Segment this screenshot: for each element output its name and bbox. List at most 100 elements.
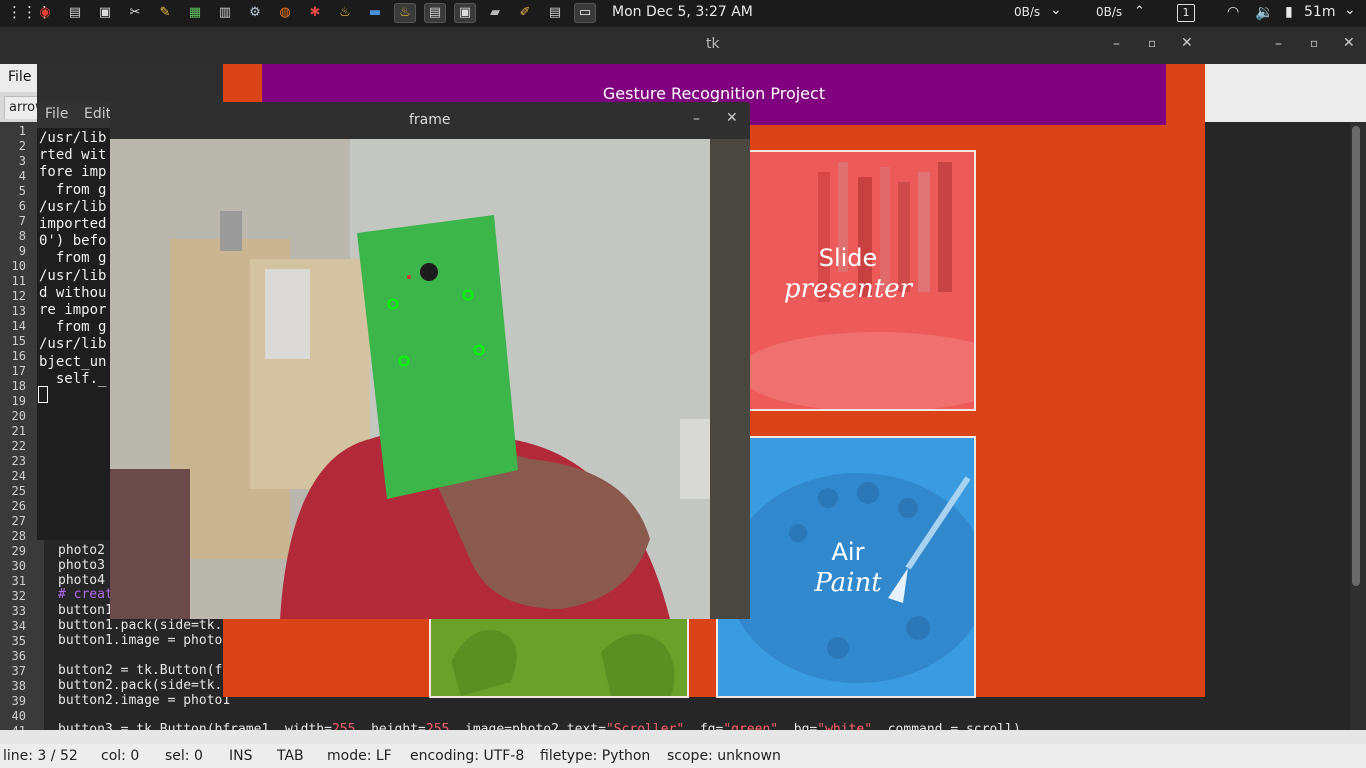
line-number: 10 (11, 259, 26, 273)
frame-titlebar[interactable]: frame – ✕ (110, 102, 750, 139)
close-icon[interactable]: ✕ (1181, 35, 1193, 51)
tools2-icon[interactable]: ✱ (304, 3, 326, 23)
terminal-menu-file[interactable]: File (45, 106, 68, 122)
paint-window-icon[interactable]: ✐ (514, 3, 536, 23)
camera-frame (110, 139, 750, 619)
terminal-window-icon[interactable]: ▣ (454, 3, 476, 23)
line-number: 23 (11, 454, 26, 468)
tk-titlebar[interactable]: tk – ▫ ✕ (223, 27, 1205, 64)
chevron-down-icon[interactable]: ⌄ (1344, 2, 1356, 18)
terminal-line: /usr/lib (39, 198, 107, 215)
line-number: 33 (11, 604, 26, 618)
slide-label: Slide (818, 244, 878, 272)
line-number: 1 (18, 124, 26, 138)
terminal-line: /usr/lib (39, 336, 107, 353)
paint-label: Paint (814, 568, 882, 598)
clock[interactable]: Mon Dec 5, 3:27 AM (612, 4, 753, 20)
chrome-icon[interactable]: ◉ (34, 3, 56, 23)
settings-icon[interactable]: ⚙ (244, 3, 266, 23)
line-number: 30 (11, 559, 26, 573)
close-icon[interactable]: ✕ (1343, 35, 1355, 51)
terminal-line: /usr/lib (39, 267, 107, 284)
close-icon[interactable]: ✕ (726, 110, 738, 126)
top-panel: ⋮⋮⋮ ◉ ▤ ▣ ✂ ✎ ▦ ▥ ⚙ ◍ ✱ ♨ ▬ ♨ ▤ ▣ ▰ ✐ ▤ ▭ Mon Dec 5, 3:27… (0, 0, 1366, 27)
line-number: 29 (11, 544, 26, 558)
terminal-titlebar[interactable] (37, 64, 223, 102)
line-number: 18 (11, 379, 26, 393)
terminal-line: rted wit (39, 147, 107, 164)
battery-icon[interactable]: ▮ (1285, 4, 1293, 20)
wifi-icon[interactable]: ◠ (1227, 4, 1239, 20)
maximize-icon[interactable]: ▫ (1148, 36, 1156, 50)
geany-menu-file[interactable]: File (8, 69, 31, 85)
line-number: 20 (11, 409, 26, 423)
status-mode: mode: LF (327, 748, 392, 764)
scrollbar-thumb[interactable] (1352, 126, 1360, 586)
slide-presenter-button[interactable]: Slide presenter (716, 150, 976, 411)
geany-window-icon[interactable]: ▤ (424, 3, 446, 23)
status-line: line: 3 / 52 (3, 748, 78, 764)
files-window-icon[interactable]: ▤ (544, 3, 566, 23)
line-number: 24 (11, 469, 26, 483)
geany-toolbar-right (1205, 64, 1366, 122)
line-number: 6 (18, 199, 26, 213)
horizontal-scrollbar[interactable] (0, 730, 1366, 744)
terminal-icon[interactable]: ▣ (94, 3, 116, 23)
screenshot-window-icon[interactable]: ▭ (574, 3, 596, 23)
chevron-up-icon[interactable]: ⌃ (1134, 4, 1145, 19)
air-paint-button[interactable]: Air Paint (716, 436, 976, 698)
line-number: 22 (11, 439, 26, 453)
code-comment: # creat (58, 587, 113, 602)
workspace-indicator[interactable]: 1 (1177, 4, 1195, 22)
code-line: button2.pack(side=tk. (58, 678, 223, 693)
firefox-icon[interactable]: ◍ (274, 3, 296, 23)
remote-icon[interactable]: ▬ (364, 3, 386, 23)
line-number: 19 (11, 394, 26, 408)
status-bar: line: 3 / 52 col: 0 sel: 0 INS TAB mode:… (0, 744, 1366, 768)
presenter-label: presenter (783, 274, 913, 304)
frame-title: frame (409, 112, 451, 128)
line-number: 5 (18, 184, 26, 198)
terminal-line: from g (39, 319, 107, 336)
terminal-line: fore imp (39, 164, 107, 181)
terminal-line: 0') befo (39, 233, 107, 250)
monitor-icon[interactable]: ▦ (184, 3, 206, 23)
editor-icon[interactable]: ✎ (154, 3, 176, 23)
code-line: button2 = tk.Button(f (58, 663, 223, 678)
python-window-icon[interactable]: ♨ (394, 3, 416, 23)
line-number: 28 (11, 529, 26, 543)
tools-icon[interactable]: ✂ (124, 3, 146, 23)
minimize-icon[interactable]: – (1275, 36, 1282, 52)
line-number: 36 (11, 649, 26, 663)
drive-window-icon[interactable]: ▰ (484, 3, 506, 23)
line-number: 4 (18, 169, 26, 183)
code-line: button2.image = photo1 (58, 693, 231, 708)
maximize-icon[interactable]: ▫ (1310, 36, 1318, 50)
volume-icon[interactable]: 🔉 (1255, 3, 1274, 21)
code-line: button1 (58, 603, 113, 618)
line-number: 7 (18, 214, 26, 228)
jug-icon[interactable]: ♨ (334, 3, 356, 23)
line-number: 37 (11, 664, 26, 678)
line-number: 13 (11, 304, 26, 318)
battery-time: 51m (1304, 4, 1336, 20)
chevron-down-icon[interactable]: ⌄ (1050, 2, 1062, 18)
line-number: 17 (11, 364, 26, 378)
terminal-line: from g (39, 181, 107, 198)
status-tab: TAB (277, 748, 304, 764)
net-down-rate: 0B/s (1014, 5, 1041, 19)
line-number: 3 (18, 154, 26, 168)
code-line: photo3 (58, 558, 105, 573)
calculator-icon[interactable]: ▥ (214, 3, 236, 23)
line-number: 15 (11, 334, 26, 348)
line-number: 21 (11, 424, 26, 438)
terminal-menu-edit[interactable]: Edit (84, 106, 111, 122)
minimize-icon[interactable]: – (693, 111, 700, 127)
line-number: 39 (11, 694, 26, 708)
status-col: col: 0 (101, 748, 140, 764)
tk-title: tk (706, 36, 720, 52)
line-number: 11 (11, 274, 26, 288)
minimize-icon[interactable]: – (1113, 36, 1120, 52)
files-icon[interactable]: ▤ (64, 3, 86, 23)
terminal-line: /usr/lib (39, 130, 107, 146)
